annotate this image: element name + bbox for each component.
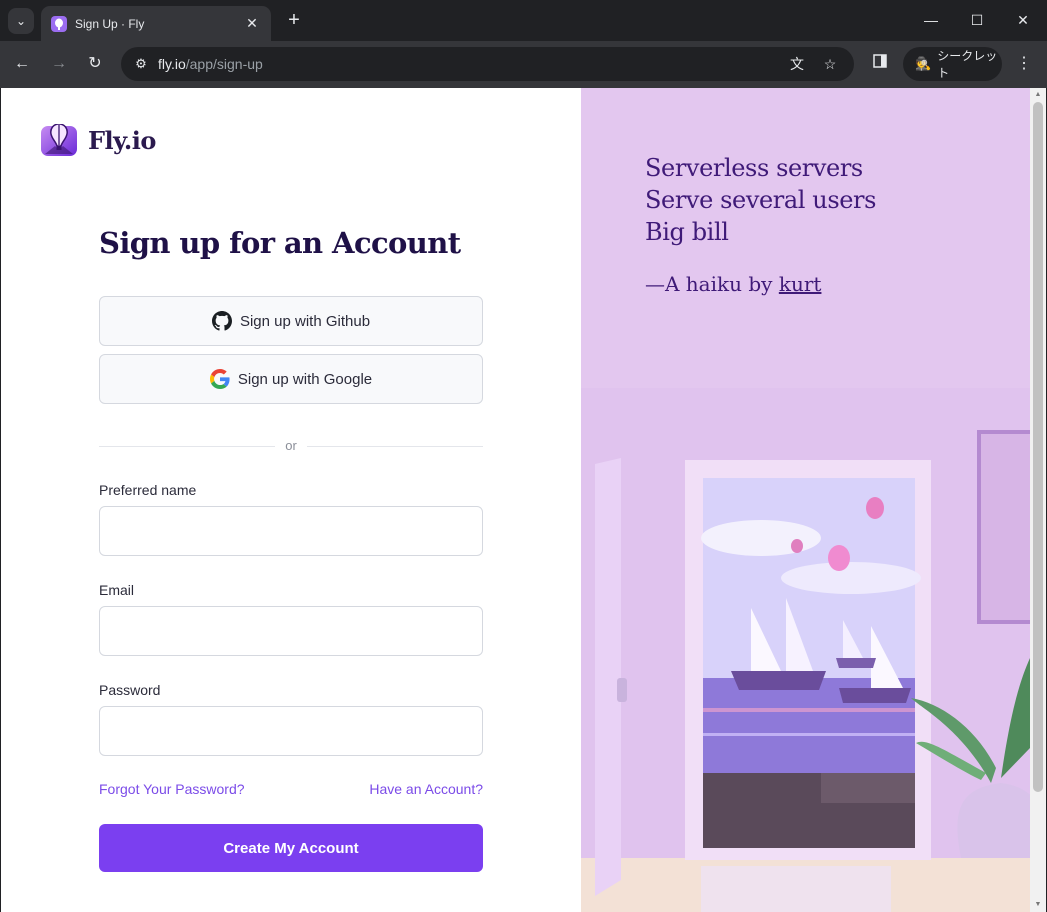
or-divider: or (99, 438, 483, 454)
scroll-up-icon[interactable]: ▲ (1030, 88, 1046, 102)
google-button-label: Sign up with Google (237, 370, 373, 388)
star-icon[interactable]: ☆ (818, 52, 842, 76)
haiku-line: Serverless servers (645, 154, 863, 182)
github-button-label: Sign up with Github (239, 312, 371, 330)
haiku: Serverless servers Serve several users B… (645, 152, 876, 296)
brand-logo[interactable]: Fly.io (41, 124, 156, 156)
haiku-byline: —A haiku by kurt (645, 272, 822, 296)
incognito-label: シークレット (937, 49, 998, 80)
door-illustration (581, 388, 1030, 912)
balloon-icon (41, 124, 77, 156)
reload-icon[interactable]: ↻ (83, 52, 107, 76)
github-signup-button[interactable]: Sign up with Github (99, 296, 483, 346)
kebab-menu-icon[interactable]: ⋮ (1012, 52, 1036, 76)
incognito-icon: 🕵 (915, 56, 932, 71)
browser-toolbar: ← → ↻ ⚙ fly.io/app/sign-up 文 ☆ 🕵 シークレット … (0, 41, 1047, 88)
divider-text: or (285, 438, 297, 453)
active-tab[interactable]: Sign Up · Fly ✕ (41, 6, 271, 41)
have-account-link[interactable]: Have an Account? (369, 781, 483, 797)
email-input[interactable] (99, 606, 483, 656)
google-signup-button[interactable]: Sign up with Google (99, 354, 483, 404)
scroll-down-icon[interactable]: ▼ (1030, 898, 1046, 912)
signup-panel: Fly.io Sign up for an Account Sign up wi… (1, 88, 581, 912)
chevron-down-icon: ⌄ (15, 14, 27, 28)
haiku-line: Big bill (645, 218, 729, 246)
incognito-indicator[interactable]: 🕵 シークレット (903, 47, 1002, 81)
tab-title: Sign Up · Fly (75, 16, 145, 31)
page-scrollbar[interactable]: ▲ ▼ (1030, 88, 1046, 912)
url-text: fly.io/app/sign-up (158, 56, 263, 72)
minimize-icon[interactable]: — (919, 8, 943, 32)
forgot-password-link[interactable]: Forgot Your Password? (99, 781, 245, 797)
translate-icon[interactable]: 文 (785, 52, 809, 76)
page-viewport: Fly.io Sign up for an Account Sign up wi… (1, 88, 1046, 912)
close-icon[interactable]: ✕ (243, 15, 261, 32)
forward-icon[interactable]: → (47, 52, 71, 76)
create-account-button[interactable]: Create My Account (99, 824, 483, 872)
tune-icon[interactable]: ⚙ (129, 52, 153, 76)
name-label: Preferred name (99, 482, 197, 498)
window-close-icon[interactable]: ✕ (1011, 8, 1035, 32)
email-label: Email (99, 582, 135, 598)
balloon-icon (51, 15, 67, 32)
author-link[interactable]: kurt (779, 272, 822, 296)
google-icon (209, 369, 230, 389)
address-bar[interactable]: ⚙ fly.io/app/sign-up 文 ☆ (121, 47, 854, 81)
scrollbar-thumb[interactable] (1033, 102, 1043, 792)
haiku-illustration-panel: Serverless servers Serve several users B… (581, 88, 1030, 912)
page-title: Sign up for an Account (99, 226, 461, 260)
back-icon[interactable]: ← (10, 52, 34, 76)
brand-name: Fly.io (88, 125, 156, 155)
plus-icon[interactable]: + (282, 8, 306, 32)
browser-tab-strip: ⌄ Sign Up · Fly ✕ + — ☐ ✕ (0, 0, 1047, 41)
haiku-line: Serve several users (645, 186, 877, 214)
side-panel-icon[interactable] (868, 52, 892, 76)
maximize-icon[interactable]: ☐ (965, 8, 989, 32)
divider-line (307, 446, 483, 447)
divider-line (99, 446, 275, 447)
password-label: Password (99, 682, 161, 698)
preferred-name-input[interactable] (99, 506, 483, 556)
tab-search-button[interactable]: ⌄ (8, 8, 34, 34)
password-input[interactable] (99, 706, 483, 756)
github-icon (211, 311, 232, 331)
